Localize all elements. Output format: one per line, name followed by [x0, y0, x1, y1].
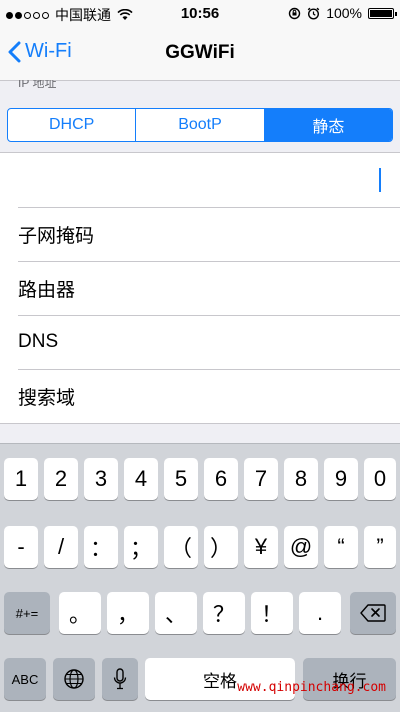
field-router[interactable]: 路由器: [0, 261, 400, 315]
key[interactable]: @: [284, 526, 318, 568]
key[interactable]: ！: [251, 592, 293, 634]
backspace-icon: [360, 604, 386, 622]
key[interactable]: 8: [284, 458, 318, 500]
key[interactable]: 9: [324, 458, 358, 500]
field-subnet-mask[interactable]: 子网掩码: [0, 207, 400, 261]
microphone-icon: [113, 668, 127, 690]
key[interactable]: ：: [84, 526, 118, 568]
battery-icon: [368, 7, 397, 19]
key[interactable]: 1: [4, 458, 38, 500]
key[interactable]: 6: [204, 458, 238, 500]
field-dns[interactable]: DNS: [0, 315, 400, 369]
status-right: 100%: [288, 5, 397, 21]
key[interactable]: （: [164, 526, 198, 568]
field-label: 子网掩码: [18, 225, 95, 247]
key[interactable]: 、: [155, 592, 197, 634]
field-label: 路由器: [18, 279, 76, 301]
globe-key[interactable]: [53, 658, 95, 700]
segment-dhcp[interactable]: DHCP: [8, 109, 137, 141]
key[interactable]: 4: [124, 458, 158, 500]
field-label: 搜索域: [18, 387, 76, 409]
static-ip-fields: 子网掩码 路由器 DNS 搜索域: [0, 152, 400, 424]
field-ip-address[interactable]: [0, 153, 400, 207]
key[interactable]: 2: [44, 458, 78, 500]
key[interactable]: “: [324, 526, 358, 568]
battery-percent: 100%: [326, 5, 362, 21]
status-bar: 中国联通 10:56 100%: [0, 0, 400, 26]
key[interactable]: 0: [364, 458, 396, 500]
key[interactable]: ）: [204, 526, 238, 568]
dictation-key[interactable]: [102, 658, 138, 700]
key[interactable]: ？: [203, 592, 245, 634]
section-label: IP 地址: [18, 80, 57, 90]
page-title: GGWiFi: [165, 42, 235, 63]
segment-static[interactable]: 静态: [264, 109, 392, 141]
key[interactable]: 5: [164, 458, 198, 500]
watermark: www.qinpinchang.com: [237, 680, 386, 695]
symbols-key[interactable]: #+=: [4, 592, 50, 634]
field-search-domain[interactable]: 搜索域: [0, 369, 400, 423]
key[interactable]: ；: [124, 526, 158, 568]
text-cursor: [379, 168, 381, 192]
segment-bootp[interactable]: BootP: [136, 109, 265, 141]
delete-key[interactable]: [350, 592, 396, 634]
field-label: DNS: [18, 331, 59, 352]
rotation-lock-icon: [288, 7, 301, 19]
key[interactable]: ¥: [244, 526, 278, 568]
key[interactable]: 。: [59, 592, 101, 634]
key[interactable]: /: [44, 526, 78, 568]
keyboard: 1 2 3 4 5 6 7 8 9 0 - / ： ； （ ） ¥ @ “ ” …: [0, 443, 400, 712]
navigation-bar: Wi-Fi GGWiFi: [0, 26, 400, 81]
globe-icon: [64, 669, 84, 689]
key[interactable]: .: [299, 592, 341, 634]
alarm-icon: [307, 7, 320, 20]
ip-config-segmented-control: DHCP BootP 静态: [7, 108, 393, 142]
key[interactable]: 3: [84, 458, 118, 500]
abc-key[interactable]: ABC: [4, 658, 46, 700]
key[interactable]: 7: [244, 458, 278, 500]
key[interactable]: ”: [364, 526, 396, 568]
key[interactable]: -: [4, 526, 38, 568]
key[interactable]: ，: [107, 592, 149, 634]
